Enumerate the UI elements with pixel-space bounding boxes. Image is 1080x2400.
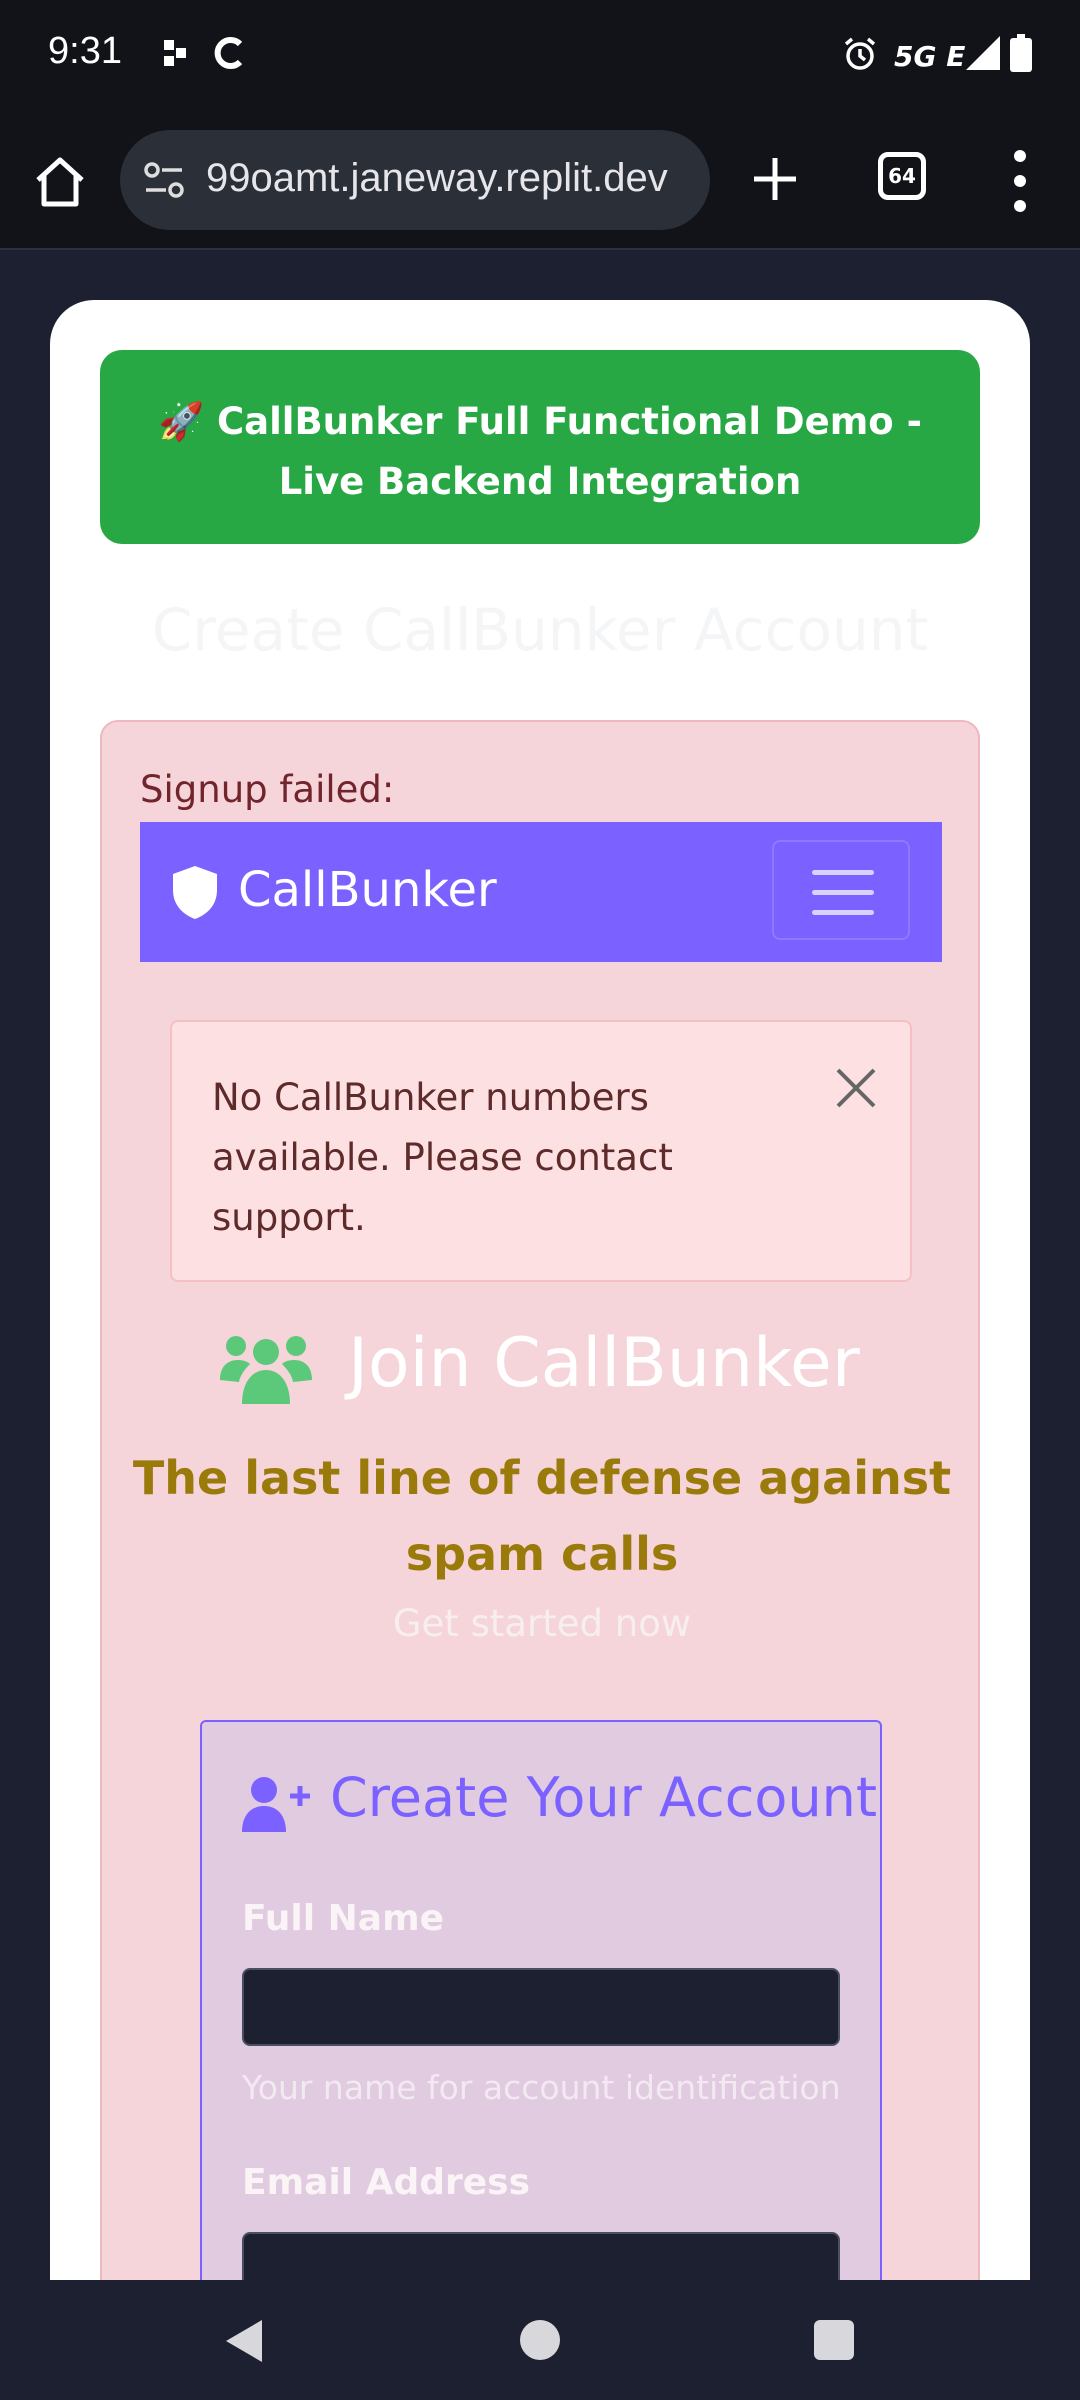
page-card: 🚀 CallBunker Full Functional Demo - Live… [50, 300, 1030, 2280]
full-name-hint: Your name for account identification [242, 2068, 841, 2107]
battery-icon [1010, 34, 1032, 72]
back-icon[interactable] [222, 2318, 266, 2364]
navbar-toggle-button[interactable] [772, 840, 910, 940]
more-menu-icon[interactable] [1010, 148, 1030, 214]
status-bar: 9:31 5G E [0, 0, 1080, 110]
new-tab-icon[interactable] [748, 152, 802, 206]
get-started-text: Get started now [392, 1602, 692, 1645]
site-settings-icon[interactable] [142, 160, 186, 200]
tagline: The last line of defense against spam ca… [132, 1451, 952, 1581]
system-nav-bar [0, 2280, 1080, 2400]
error-label: Signup failed: [140, 768, 395, 811]
alarm-icon [844, 37, 876, 70]
signup-form-card: Create Your Account Full Name Your name … [200, 1720, 882, 2280]
users-icon [220, 1336, 312, 1404]
demo-banner: 🚀 CallBunker Full Functional Demo - Live… [100, 350, 980, 544]
signup-error-box: Signup failed: CallBunker No CallBunker … [100, 720, 980, 2280]
navbar-brand[interactable]: CallBunker [238, 862, 497, 918]
join-heading: Join CallBunker [102, 1322, 982, 1412]
email-label: Email Address [242, 2162, 531, 2203]
notification-dots-icon [164, 40, 186, 66]
embedded-navbar: CallBunker [140, 822, 942, 962]
status-time: 9:31 [48, 30, 122, 72]
recents-button[interactable] [814, 2320, 854, 2360]
join-title: Join CallBunker [348, 1324, 860, 1403]
address-bar[interactable]: 99oamt.janeway.replit.dev [120, 130, 710, 230]
tab-count-button[interactable]: 64 [878, 152, 926, 200]
form-title: Create Your Account [330, 1766, 878, 1829]
url-text: 99oamt.janeway.replit.dev [206, 156, 668, 200]
alert-message: No CallBunker numbers available. Please … [170, 1020, 912, 1282]
user-plus-icon [242, 1777, 310, 1832]
page-title: Create CallBunker Account [151, 596, 929, 664]
full-name-label: Full Name [242, 1898, 444, 1939]
shield-icon [173, 866, 217, 919]
full-name-input[interactable] [242, 1968, 840, 2046]
close-icon[interactable] [834, 1066, 878, 1110]
signal-icon [966, 36, 1000, 70]
browser-toolbar: 99oamt.janeway.replit.dev 64 [0, 110, 1080, 250]
web-viewport: 🚀 CallBunker Full Functional Demo - Live… [0, 252, 1080, 2280]
home-button[interactable] [520, 2320, 560, 2360]
email-input[interactable] [242, 2232, 840, 2280]
alert-text: No CallBunker numbers available. Please … [212, 1076, 673, 1239]
network-type-label: 5G E [894, 40, 966, 73]
c-app-icon [214, 37, 243, 69]
home-icon[interactable] [30, 152, 90, 212]
